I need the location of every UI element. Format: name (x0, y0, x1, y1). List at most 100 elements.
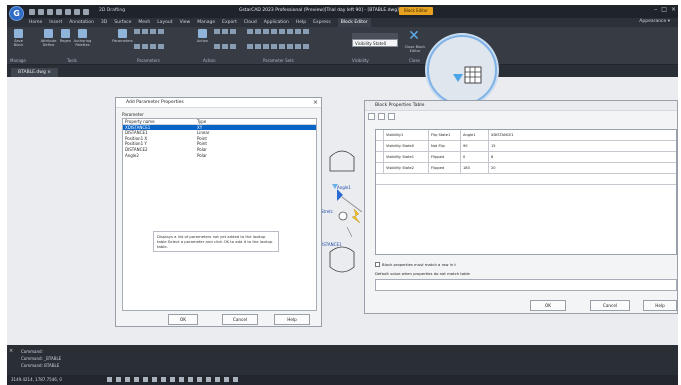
table-cell[interactable]: 15 (489, 141, 676, 151)
must-match-checkbox-row[interactable]: Block properties must match a row in t (375, 262, 456, 267)
close-icon[interactable]: × (313, 98, 318, 108)
menu-item[interactable]: Cloud (244, 18, 257, 27)
table-cell[interactable]: 90 (461, 141, 489, 151)
table-cell[interactable]: 20 (489, 163, 676, 173)
table-cell[interactable]: Flipped (429, 152, 461, 162)
parameter-tools[interactable] (134, 29, 164, 57)
default-value-label: Default value when properties do not mat… (375, 271, 470, 276)
attribute-define-button[interactable]: Attribute Define (41, 29, 56, 57)
dynamic-input-icon (170, 377, 175, 382)
menu-item[interactable]: Home (29, 18, 42, 27)
command-window[interactable] (7, 345, 678, 375)
ortho-icon (125, 377, 130, 382)
table-cell[interactable]: Visibility State2 (384, 163, 429, 173)
table-cell[interactable]: 180 (461, 163, 489, 173)
add-properties-icon[interactable] (368, 113, 375, 120)
close-block-editor-icon[interactable]: ✕ (407, 29, 421, 43)
regen-button[interactable]: Regen (60, 29, 71, 57)
default-values-field[interactable] (375, 279, 677, 291)
cancel-button[interactable]: Cancel (590, 300, 630, 311)
quick-access-toolbar[interactable] (29, 8, 89, 15)
must-match-checkbox[interactable] (375, 262, 380, 267)
redo-icon[interactable] (83, 8, 89, 15)
print-icon[interactable] (65, 8, 71, 15)
maximize-icon[interactable]: □ (661, 6, 667, 13)
cancel-button[interactable]: Cancel (222, 314, 258, 325)
window-controls[interactable]: – □ × (654, 6, 676, 13)
list-item[interactable]: Angle2 Polar (123, 153, 316, 159)
minimize-icon[interactable]: – (654, 6, 657, 13)
menu-item[interactable]: Block Editor (337, 18, 371, 27)
table-header: Visibility1 Flip State1 Angle1 XDISTANCE… (376, 130, 676, 141)
row-header[interactable] (376, 141, 384, 151)
close-icon[interactable]: × (671, 6, 676, 13)
command-history-line: Command: (21, 349, 43, 354)
help-button[interactable]: Help (274, 314, 310, 325)
table-cell[interactable]: 8 (489, 152, 676, 162)
menu-item[interactable]: Mesh (138, 18, 150, 27)
block-table-icon (453, 66, 482, 84)
parameter-sets-tools[interactable] (247, 29, 309, 57)
header-angle: Angle1 (461, 130, 489, 140)
document-tab[interactable]: BTABLE.dwg × (11, 68, 59, 77)
menu-item[interactable]: Surface (114, 18, 131, 27)
isolate-icon (224, 377, 229, 382)
empty-table-row[interactable] (376, 185, 676, 196)
table-cell[interactable]: Visibility State0 (384, 141, 429, 151)
menu-item[interactable]: Help (296, 18, 306, 27)
table-cell[interactable]: 0 (461, 152, 489, 162)
snap-icon (116, 377, 121, 382)
menu-item[interactable]: View (180, 18, 191, 27)
drafting-toggles[interactable] (107, 377, 238, 382)
table-cell[interactable]: Not Flip (429, 141, 461, 151)
gstarcad-logo-icon[interactable]: G (9, 6, 24, 21)
action-tools[interactable] (214, 29, 236, 57)
row-header[interactable] (376, 152, 384, 162)
help-button[interactable]: Help (643, 300, 677, 311)
table-row[interactable]: Visibility State0 Not Flip 90 15 (376, 141, 676, 152)
table-cell[interactable]: Flipped (429, 163, 461, 173)
block-editor-tour-button[interactable]: Block Editor (399, 7, 433, 15)
save-icon[interactable] (47, 8, 53, 15)
table-cell[interactable]: Visibility State1 (384, 152, 429, 162)
block-shapes (329, 150, 363, 273)
action-button[interactable]: Action (197, 29, 208, 57)
close-tab-icon[interactable]: × (47, 70, 51, 75)
undo-icon[interactable] (74, 8, 80, 15)
table-body: Visibility State0 Not Flip 90 15 Visibility … (376, 141, 676, 196)
visibility-state-select[interactable]: Visibility State0 (352, 39, 398, 47)
appearance-menu[interactable]: Appearance ▾ (639, 19, 670, 24)
row-header[interactable] (376, 163, 384, 173)
ok-button[interactable]: OK (168, 314, 198, 325)
parameter-list[interactable]: Property name Type XDISTANCE1 XY DISTANCE1… (122, 118, 317, 311)
app-window: G 2D Drafting GstarCAD 2023 Professional… (7, 5, 678, 385)
ok-button[interactable]: OK (530, 300, 566, 311)
command-close-icon[interactable]: × (9, 348, 13, 354)
menu-item[interactable]: Layout (157, 18, 172, 27)
audit-icon[interactable] (388, 113, 395, 120)
table-toolbar[interactable] (368, 113, 395, 120)
block-properties-table-dialog: Block Properties Table Visibility1 Flip … (364, 100, 678, 314)
menu-item[interactable]: 3D (101, 18, 107, 27)
parameters-button[interactable]: Parameters (112, 29, 133, 57)
menu-item[interactable]: Manage (197, 18, 215, 27)
new-parameter-icon[interactable] (378, 113, 385, 120)
properties-table[interactable]: Visibility1 Flip State1 Angle1 XDISTANCE… (375, 129, 677, 255)
ribbon-action-group: Action (197, 29, 236, 57)
table-row[interactable]: Visibility State2 Flipped 180 20 (376, 163, 676, 174)
menu-item[interactable]: Export (222, 18, 237, 27)
menu-item[interactable]: Express (313, 18, 331, 27)
open-icon[interactable] (38, 8, 44, 15)
menu-item[interactable]: Application (264, 18, 289, 27)
authoring-palettes-button[interactable]: Authoring Palettes (74, 29, 91, 57)
close-block-editor-label[interactable]: Close Block Editor (402, 45, 428, 53)
empty-table-row[interactable] (376, 174, 676, 185)
new-icon[interactable] (29, 8, 35, 15)
saveas-icon[interactable] (56, 8, 62, 15)
workspace-selector[interactable]: 2D Drafting (99, 8, 125, 13)
action-icon (198, 29, 207, 38)
save-block-button[interactable]: Save Block (13, 29, 24, 57)
table-row[interactable]: Visibility State1 Flipped 0 8 (376, 152, 676, 163)
menu-item[interactable]: Insert (49, 18, 62, 27)
menu-item[interactable]: Annotation (69, 18, 94, 27)
